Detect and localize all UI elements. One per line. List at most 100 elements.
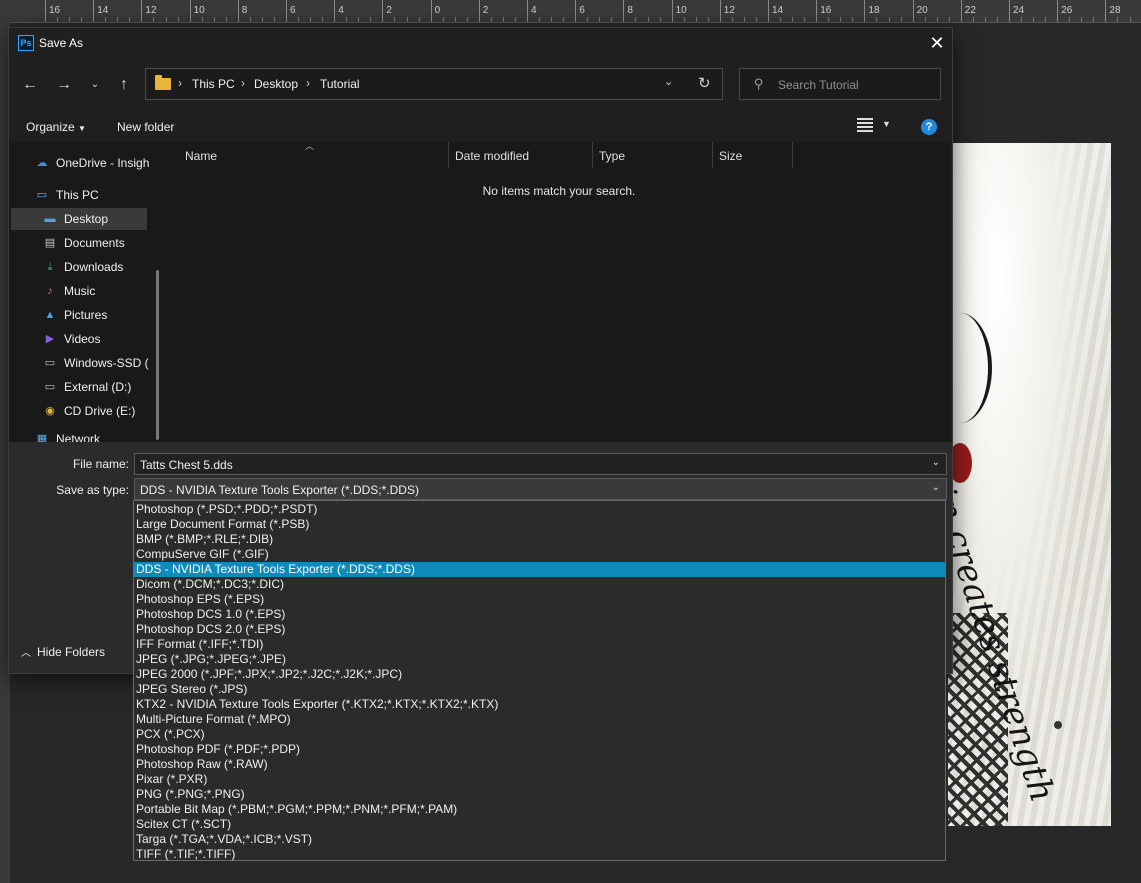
ruler-minor-tick <box>454 17 456 22</box>
nav-item-label: Videos <box>64 332 101 346</box>
save-type-option[interactable]: Multi-Picture Format (*.MPO) <box>134 712 945 727</box>
nav-item-cd-drive-e[interactable]: ◉ CD Drive (E:) <box>11 400 147 422</box>
address-dropdown-icon[interactable]: ⌄ <box>664 75 673 88</box>
ruler-minor-tick <box>563 17 565 22</box>
view-dropdown-icon[interactable]: ▼ <box>882 119 891 129</box>
file-list: Name ︿ Date modified Type Size No items … <box>167 141 951 442</box>
nav-item-pictures[interactable]: ▲ Pictures <box>11 304 147 326</box>
save-type-option[interactable]: PCX (*.PCX) <box>134 727 945 742</box>
chevron-up-icon: ︿ <box>21 648 31 659</box>
help-icon[interactable]: ? <box>921 119 937 135</box>
search-input[interactable] <box>776 75 935 95</box>
ruler-tick-label: 6 <box>579 5 585 16</box>
column-type[interactable]: Type <box>593 142 713 168</box>
nav-item-downloads[interactable]: ⤓ Downloads <box>11 256 147 278</box>
breadcrumb-separator-icon: › <box>241 76 245 90</box>
search-box[interactable]: ⚲ <box>739 68 941 100</box>
address-bar[interactable]: › This PC › Desktop › Tutorial ⌄ ↻ <box>145 68 723 100</box>
save-type-option[interactable]: Photoshop EPS (*.EPS) <box>134 592 945 607</box>
breadcrumb-desktop[interactable]: Desktop <box>254 77 298 91</box>
save-type-option[interactable]: Portable Bit Map (*.PBM;*.PGM;*.PPM;*.PN… <box>134 802 945 817</box>
breadcrumb-tutorial[interactable]: Tutorial <box>320 77 360 91</box>
ruler-tick: 2 <box>382 0 392 22</box>
ruler-tick-label: 12 <box>145 5 157 16</box>
save-type-option[interactable]: JPEG 2000 (*.JPF;*.JPX;*.JP2;*.J2C;*.J2K… <box>134 667 945 682</box>
organize-button[interactable]: Organize ▼ <box>26 120 86 134</box>
new-folder-button[interactable]: New folder <box>117 120 174 134</box>
save-type-option[interactable]: KTX2 - NVIDIA Texture Tools Exporter (*.… <box>134 697 945 712</box>
close-button[interactable]: ✕ <box>922 28 952 58</box>
ruler-minor-tick <box>81 17 83 22</box>
save-type-option[interactable]: CompuServe GIF (*.GIF) <box>134 547 945 562</box>
save-type-option[interactable]: Scitex CT (*.SCT) <box>134 817 945 832</box>
file-name-field[interactable]: Tatts Chest 5.dds ⌄ <box>134 453 947 475</box>
save-type-option[interactable]: Targa (*.TGA;*.VDA;*.ICB;*.VST) <box>134 832 945 847</box>
caret-down-icon: ▼ <box>78 124 86 133</box>
refresh-icon[interactable]: ↻ <box>698 74 711 92</box>
view-options-icon[interactable] <box>857 118 873 132</box>
ruler-tick: 10 <box>189 0 205 22</box>
nav-item-label: Network <box>56 432 101 442</box>
file-name-value: Tatts Chest 5.dds <box>140 458 233 472</box>
drive-icon: ▭ <box>44 357 56 369</box>
ruler-tick: 28 <box>1105 0 1121 22</box>
ruler-minor-tick <box>298 17 300 22</box>
forward-button[interactable]: → <box>53 74 75 96</box>
ruler-minor-tick <box>1129 17 1131 22</box>
nav-item-desktop[interactable]: ▬ Desktop <box>11 208 147 230</box>
back-button[interactable]: ← <box>19 74 41 96</box>
column-size-label: Size <box>719 149 743 163</box>
chevron-down-icon[interactable]: ⌄ <box>932 457 940 468</box>
save-type-select[interactable]: DDS - NVIDIA Texture Tools Exporter (*.D… <box>134 478 947 500</box>
ruler-minor-tick <box>502 17 504 22</box>
save-type-option[interactable]: Photoshop PDF (*.PDF;*.PDP) <box>134 742 945 757</box>
save-type-option[interactable]: TIFF (*.TIF;*.TIFF) <box>134 847 945 862</box>
nav-item-windows-ssd[interactable]: ▭ Windows-SSD ( <box>11 352 149 374</box>
column-size[interactable]: Size <box>713 142 793 168</box>
sort-up-icon: ︿ <box>305 141 315 151</box>
save-type-option[interactable]: Photoshop DCS 1.0 (*.EPS) <box>134 607 945 622</box>
save-type-option[interactable]: Large Document Format (*.PSB) <box>134 517 945 532</box>
up-button[interactable]: ↑ <box>113 74 135 96</box>
ruler-minor-tick <box>635 17 637 22</box>
save-type-option[interactable]: JPEG (*.JPG;*.JPEG;*.JPE) <box>134 652 945 667</box>
save-type-option[interactable]: Photoshop Raw (*.RAW) <box>134 757 945 772</box>
save-type-option[interactable]: Dicom (*.DCM;*.DC3;*.DIC) <box>134 577 945 592</box>
hide-folders-button[interactable]: ︿ Hide Folders <box>21 644 105 659</box>
ruler-minor-tick <box>599 17 601 22</box>
ruler-tick: 12 <box>141 0 157 22</box>
ruler-tick-label: 28 <box>1109 5 1121 16</box>
save-type-option[interactable]: PNG (*.PNG;*.PNG) <box>134 787 945 802</box>
save-type-option[interactable]: Photoshop (*.PSD;*.PDD;*.PSDT) <box>134 502 945 517</box>
breadcrumb-this-pc[interactable]: This PC <box>192 77 235 91</box>
nav-item-label: Pictures <box>64 308 108 322</box>
save-type-option[interactable]: DDS - NVIDIA Texture Tools Exporter (*.D… <box>134 562 945 577</box>
nav-pane-scrollbar[interactable] <box>156 270 159 440</box>
save-type-option[interactable]: BMP (*.BMP;*.RLE;*.DIB) <box>134 532 945 547</box>
dialog-titlebar[interactable]: Ps Save As ✕ <box>9 28 952 58</box>
music-icon: ♪ <box>47 285 53 297</box>
ruler-minor-tick <box>406 17 408 22</box>
column-name[interactable]: Name ︿ <box>167 141 449 168</box>
save-type-option[interactable]: IFF Format (*.IFF;*.TDI) <box>134 637 945 652</box>
nav-item-documents[interactable]: ▤ Documents <box>11 232 147 254</box>
nav-item-external-d[interactable]: ▭ External (D:) <box>11 376 147 398</box>
nav-item-this-pc[interactable]: ▭ This PC <box>11 184 147 206</box>
nav-item-network[interactable]: ▦ Network <box>11 428 147 442</box>
ruler-tick: 16 <box>45 0 60 22</box>
save-type-option[interactable]: JPEG Stereo (*.JPS) <box>134 682 945 697</box>
column-date-modified[interactable]: Date modified <box>449 142 593 168</box>
ruler-tick-label: 10 <box>193 5 205 16</box>
save-type-option[interactable]: Photoshop DCS 2.0 (*.EPS) <box>134 622 945 637</box>
ruler-tick: 10 <box>671 0 687 22</box>
computer-icon: ▭ <box>36 189 48 201</box>
search-icon: ⚲ <box>754 76 764 91</box>
recent-locations-button[interactable]: ⌄ <box>84 74 106 96</box>
nav-item-onedrive-insigh[interactable]: ☁ OneDrive - Insigh <box>11 152 150 174</box>
ruler-minor-tick <box>888 17 890 22</box>
ruler-minor-tick <box>201 17 203 22</box>
nav-item-music[interactable]: ♪ Music <box>11 280 147 302</box>
save-type-option[interactable]: Pixar (*.PXR) <box>134 772 945 787</box>
nav-item-videos[interactable]: ▶ Videos <box>11 328 147 350</box>
documents-icon: ▤ <box>44 237 56 249</box>
